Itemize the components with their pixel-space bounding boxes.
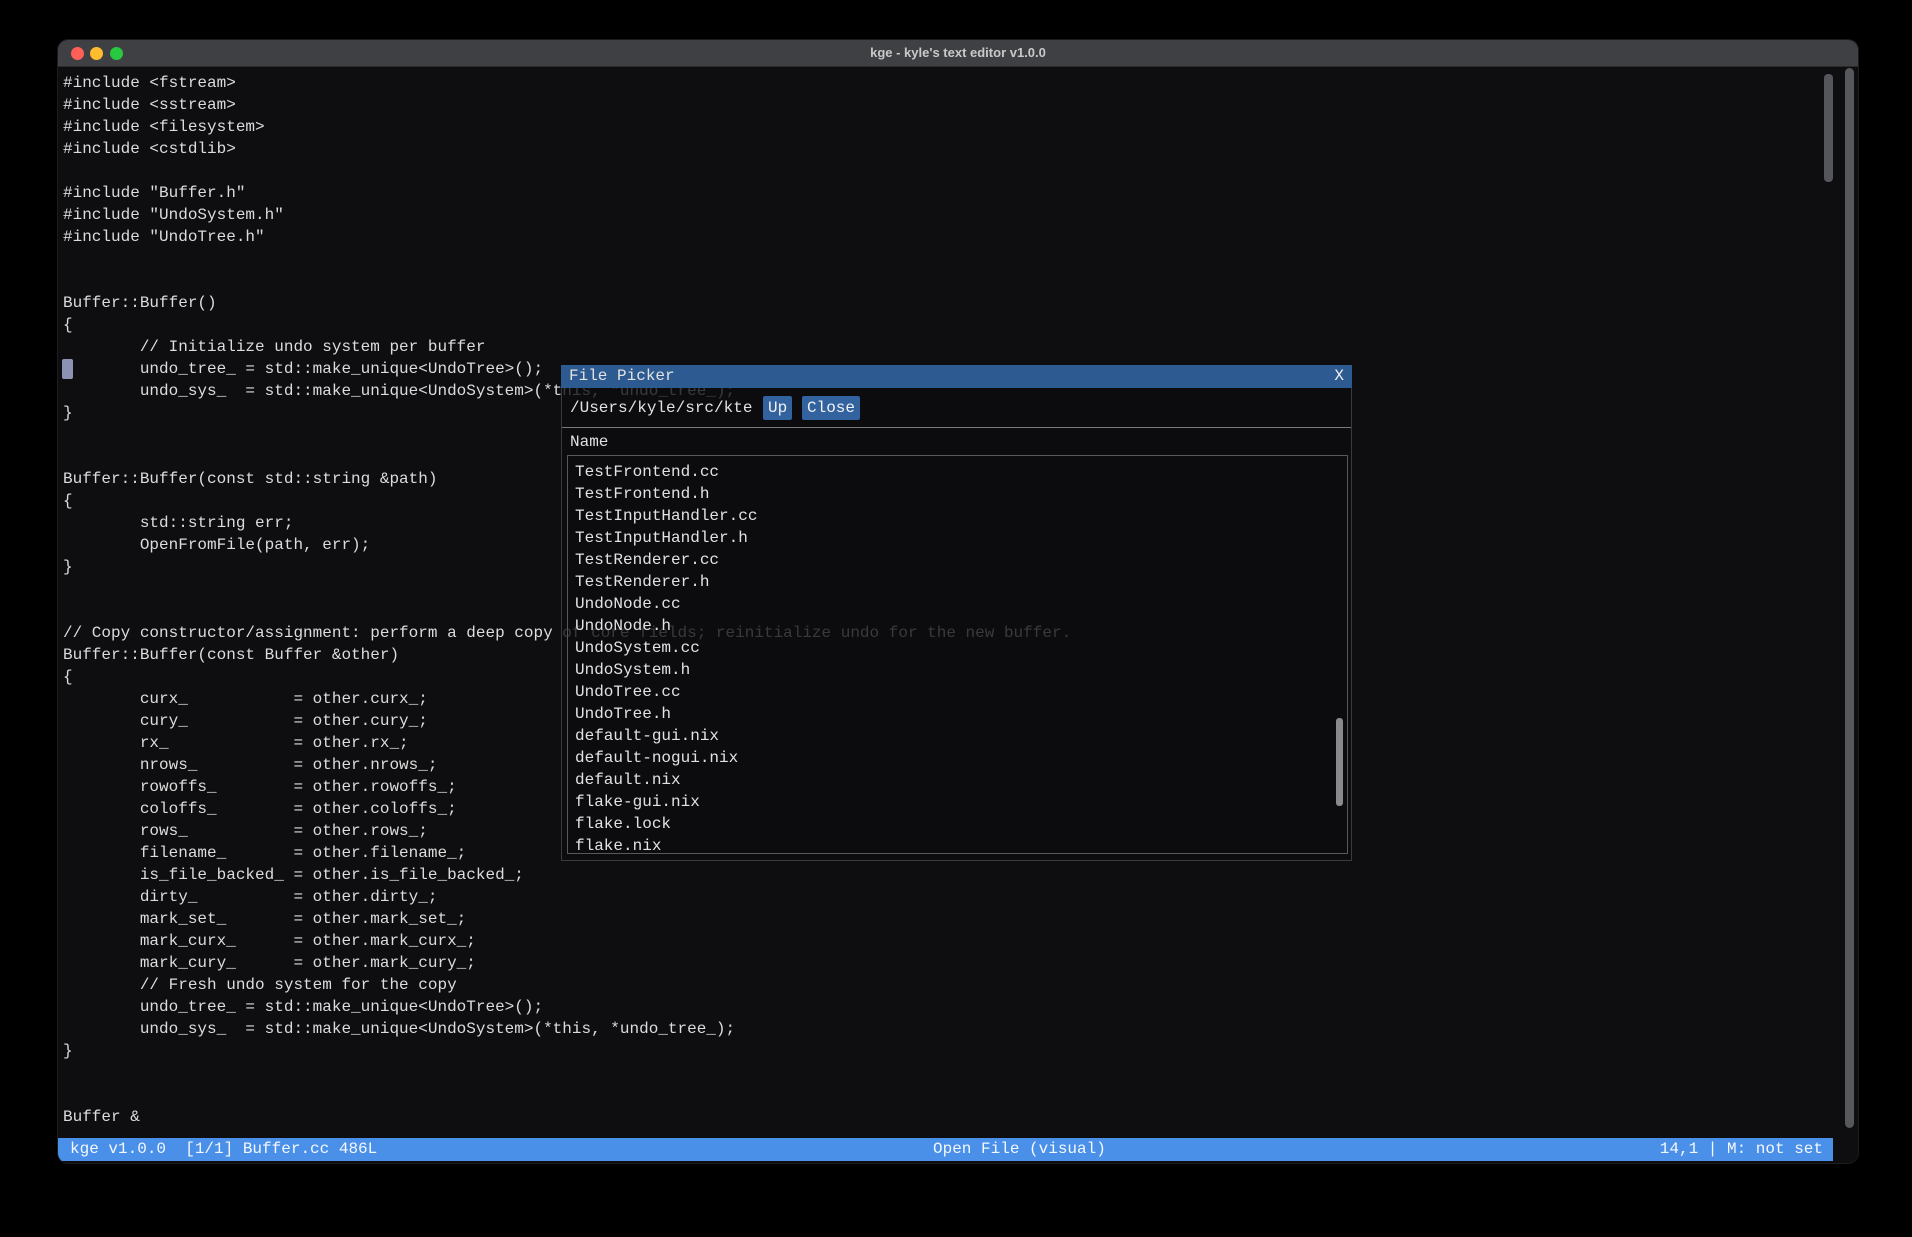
- file-list-item[interactable]: flake-gui.nix: [568, 791, 1347, 813]
- file-list-scrollbar-thumb[interactable]: [1336, 718, 1343, 806]
- file-list-item[interactable]: UndoNode.h: [568, 615, 1347, 637]
- code-line[interactable]: mark_set_ = other.mark_set_;: [63, 908, 1823, 930]
- file-list-item[interactable]: TestFrontend.cc: [568, 461, 1347, 483]
- code-line[interactable]: [63, 1084, 1823, 1106]
- file-list-item[interactable]: default.nix: [568, 769, 1347, 791]
- status-cursor-position: 14,1 | M: not set: [1660, 1138, 1823, 1161]
- code-line[interactable]: // Fresh undo system for the copy: [63, 974, 1823, 996]
- column-header-name: Name: [570, 430, 608, 454]
- code-line[interactable]: [63, 1062, 1823, 1084]
- code-line[interactable]: #include "Buffer.h": [63, 182, 1823, 204]
- file-list-item[interactable]: TestRenderer.cc: [568, 549, 1347, 571]
- editor-scrollbar-thumb[interactable]: [1824, 74, 1833, 182]
- code-line[interactable]: mark_curx_ = other.mark_curx_;: [63, 930, 1823, 952]
- code-line[interactable]: undo_sys_ = std::make_unique<UndoSystem>…: [63, 1018, 1823, 1040]
- file-picker-dialog: File Picker X /Users/kyle/src/kte Up Clo…: [561, 366, 1352, 861]
- editor-window: kge - kyle's text editor v1.0.0 #include…: [58, 40, 1858, 1163]
- path-row: /Users/kyle/src/kte Up Close: [562, 389, 1351, 427]
- close-icon[interactable]: X: [1334, 365, 1344, 388]
- window-title: kge - kyle's text editor v1.0.0: [58, 40, 1858, 66]
- text-cursor: [62, 359, 73, 379]
- code-line[interactable]: #include <cstdlib>: [63, 138, 1823, 160]
- file-picker-titlebar[interactable]: File Picker X: [561, 365, 1352, 388]
- file-list-item[interactable]: TestFrontend.h: [568, 483, 1347, 505]
- file-list-item[interactable]: default-nogui.nix: [568, 747, 1347, 769]
- code-line[interactable]: [63, 160, 1823, 182]
- up-button[interactable]: Up: [763, 396, 792, 420]
- window-scrollbar[interactable]: [1845, 68, 1854, 1128]
- code-line[interactable]: undo_tree_ = std::make_unique<UndoTree>(…: [63, 996, 1823, 1018]
- file-rows: TestFrontend.ccTestFrontend.hTestInputHa…: [568, 461, 1347, 854]
- status-mode: Open File (visual): [933, 1138, 1106, 1161]
- code-line[interactable]: #include "UndoTree.h": [63, 226, 1823, 248]
- status-file-info: kge v1.0.0 [1/1] Buffer.cc 486L: [70, 1138, 377, 1161]
- code-line[interactable]: }: [63, 1040, 1823, 1062]
- current-path: /Users/kyle/src/kte: [570, 397, 752, 419]
- file-list-item[interactable]: flake.nix: [568, 835, 1347, 854]
- file-picker-title: File Picker: [569, 365, 675, 388]
- code-line[interactable]: is_file_backed_ = other.is_file_backed_;: [63, 864, 1823, 886]
- header-divider: [562, 427, 1351, 428]
- file-list-item[interactable]: TestInputHandler.h: [568, 527, 1347, 549]
- window-titlebar: kge - kyle's text editor v1.0.0: [58, 40, 1858, 67]
- code-line[interactable]: {: [63, 314, 1823, 336]
- code-line[interactable]: Buffer &: [63, 1106, 1823, 1128]
- status-bar: kge v1.0.0 [1/1] Buffer.cc 486L Open Fil…: [58, 1138, 1833, 1161]
- code-line[interactable]: dirty_ = other.dirty_;: [63, 886, 1823, 908]
- file-list-item[interactable]: flake.lock: [568, 813, 1347, 835]
- code-line[interactable]: [63, 248, 1823, 270]
- file-list: TestFrontend.ccTestFrontend.hTestInputHa…: [567, 455, 1348, 854]
- file-list-item[interactable]: default-gui.nix: [568, 725, 1347, 747]
- code-line[interactable]: #include <fstream>: [63, 72, 1823, 94]
- code-line[interactable]: // Initialize undo system per buffer: [63, 336, 1823, 358]
- file-list-item[interactable]: TestRenderer.h: [568, 571, 1347, 593]
- code-line[interactable]: Buffer::Buffer(): [63, 292, 1823, 314]
- code-line[interactable]: mark_cury_ = other.mark_cury_;: [63, 952, 1823, 974]
- close-button[interactable]: Close: [802, 396, 860, 420]
- code-line[interactable]: #include <sstream>: [63, 94, 1823, 116]
- file-list-item[interactable]: UndoTree.h: [568, 703, 1347, 725]
- code-line[interactable]: [63, 270, 1823, 292]
- code-line[interactable]: #include <filesystem>: [63, 116, 1823, 138]
- file-list-item[interactable]: UndoNode.cc: [568, 593, 1347, 615]
- file-list-item[interactable]: UndoSystem.h: [568, 659, 1347, 681]
- code-line[interactable]: #include "UndoSystem.h": [63, 204, 1823, 226]
- file-list-item[interactable]: TestInputHandler.cc: [568, 505, 1347, 527]
- file-list-item[interactable]: UndoSystem.cc: [568, 637, 1347, 659]
- file-list-item[interactable]: UndoTree.cc: [568, 681, 1347, 703]
